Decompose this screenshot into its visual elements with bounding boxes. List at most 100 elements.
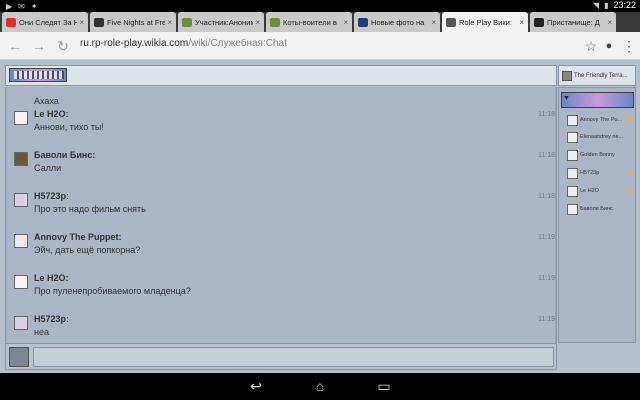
- status-bar: ▶ ✉ ✦ ◥ ▮ 23:22: [0, 0, 640, 12]
- nav-recents-icon[interactable]: ▭: [374, 378, 394, 394]
- chat-moderator-star-icon: ★: [625, 167, 634, 177]
- user-list-item[interactable]: Баволи Бинс: [567, 203, 635, 217]
- message-text: неа: [34, 327, 49, 337]
- tab-favicon-icon: [6, 17, 16, 27]
- message-time: 11:18: [538, 193, 555, 200]
- user-list-header[interactable]: ▼: [561, 92, 634, 108]
- nav-home-icon[interactable]: ⌂: [310, 378, 330, 394]
- tab-close-icon[interactable]: ×: [343, 18, 348, 27]
- bookmark-star-icon[interactable]: ☆: [582, 37, 600, 55]
- menu-icon[interactable]: ⋮: [620, 37, 638, 55]
- message-time: 11:19: [538, 316, 555, 323]
- chat-moderator-star-icon: ★: [625, 114, 634, 124]
- message-text: Про пуленепробиваемого младенца?: [34, 286, 191, 296]
- tab-favicon-icon: [534, 17, 544, 27]
- tab-title: Коты-воители в: [283, 17, 337, 27]
- user-avatar[interactable]: [14, 152, 28, 166]
- url-path: /wiki/Служебная:Chat: [188, 38, 287, 49]
- android-screen: ▶ ✉ ✦ ◥ ▮ 23:22 Они Следят За Н × Five Nig…: [0, 0, 640, 400]
- tab-close-icon[interactable]: ×: [167, 18, 172, 27]
- tab-favicon-icon: [358, 17, 368, 27]
- user-list-item[interactable]: Elenaandrey ne...: [567, 131, 635, 145]
- browser-tab[interactable]: Они Следят За Н ×: [2, 12, 88, 32]
- tab-favicon-icon: [270, 17, 280, 27]
- tab-close-icon[interactable]: ×: [255, 18, 260, 27]
- tab-favicon-icon: [182, 17, 192, 27]
- wiki-logo[interactable]: [9, 68, 67, 82]
- browser-tab[interactable]: Пристанище: Д ×: [530, 12, 616, 32]
- nav-back-icon[interactable]: ↩: [246, 378, 266, 394]
- user-list: ▼ Annovy The Pu... ★ Elenaandrey ne... Gold…: [558, 87, 636, 343]
- tab-close-icon[interactable]: ×: [607, 18, 612, 27]
- tab-title: Они Следят За Н: [19, 17, 78, 27]
- browser-tab[interactable]: Коты-воители в ×: [266, 12, 352, 32]
- chat-scrollbar[interactable]: [555, 87, 556, 343]
- android-nav-bar: ↩ ⌂ ▭: [0, 373, 640, 400]
- tab-title: Пристанище: Д: [547, 17, 600, 27]
- message-time: 11:18: [538, 111, 555, 118]
- user-avatar[interactable]: [14, 193, 28, 207]
- message-username[interactable]: H5723p:: [34, 191, 69, 201]
- room-name: The Friendly Terra...: [574, 72, 628, 79]
- user-name: H5723p: [580, 170, 600, 176]
- microphone-icon[interactable]: ●: [600, 37, 618, 55]
- message-text: Салли: [34, 163, 62, 173]
- message-username[interactable]: H5723p:: [34, 314, 69, 324]
- url-host: ru.rp-role-play.wikia.com: [80, 38, 189, 49]
- user-list-item[interactable]: Annovy The Pu... ★: [567, 114, 635, 128]
- user-name: Le H2O: [580, 188, 599, 194]
- message-time: 11:19: [538, 275, 555, 282]
- message-text: Аннови, тихо ты!: [34, 122, 104, 132]
- mail-notification-icon: ✉: [18, 2, 25, 11]
- chat-page: The Friendly Terra... Ахаха Le H2O: Аннов…: [0, 60, 640, 373]
- back-icon[interactable]: ←: [6, 37, 24, 55]
- user-avatar: [567, 186, 578, 197]
- tab-favicon-icon: [94, 17, 104, 27]
- browser-tab[interactable]: Новые фото на ×: [354, 12, 440, 32]
- message-username[interactable]: Annovy The Puppet:: [34, 232, 122, 242]
- browser-tab[interactable]: Участник:Аноним ×: [178, 12, 264, 32]
- user-avatar[interactable]: [14, 275, 28, 289]
- room-header[interactable]: The Friendly Terra...: [558, 65, 636, 86]
- wifi-icon: ◥: [592, 1, 600, 10]
- youtube-notification-icon: ▶: [6, 2, 13, 11]
- user-avatar: [567, 132, 578, 143]
- user-name: Golden Bonny: [580, 152, 615, 158]
- user-name: Annovy The Pu...: [580, 117, 623, 123]
- chat-input-bar: [5, 343, 557, 370]
- user-avatar[interactable]: [14, 316, 28, 330]
- tab-close-icon[interactable]: ×: [79, 18, 84, 27]
- message-text: Эйч, дать ещё попкорна?: [34, 245, 141, 255]
- user-list-item[interactable]: Golden Bonny: [567, 149, 635, 163]
- message-username[interactable]: Le H2O:: [34, 109, 69, 119]
- tab-close-icon[interactable]: ×: [519, 18, 524, 27]
- user-list-item[interactable]: H5723p ★: [567, 167, 635, 181]
- tab-close-icon[interactable]: ×: [431, 18, 436, 27]
- user-name: Баволи Бинс: [580, 206, 613, 212]
- message-text: Ахаха: [34, 96, 59, 106]
- chat-log[interactable]: Ахаха Le H2O: Аннови, тихо ты! 11:18 Баволи…: [5, 87, 557, 343]
- browser-tab[interactable]: Five Nights at Fre ×: [90, 12, 176, 32]
- tab-title: Role Play Вики:: [459, 17, 512, 27]
- user-list-item[interactable]: Le H2O ★: [567, 185, 635, 199]
- wiki-header: [5, 65, 557, 86]
- url-field[interactable]: ru.rp-role-play.wikia.com/wiki/Служебная…: [80, 38, 287, 49]
- user-avatar[interactable]: [14, 234, 28, 248]
- message-time: 11:18: [538, 152, 555, 159]
- tab-favicon-icon: [446, 17, 456, 27]
- tab-title: Новые фото на: [371, 17, 425, 27]
- forward-icon[interactable]: →: [30, 37, 48, 55]
- notification-icon: ✦: [30, 2, 38, 11]
- user-avatar[interactable]: [14, 111, 28, 125]
- user-avatar: [567, 204, 578, 215]
- message-username[interactable]: Баволи Бинс:: [34, 150, 95, 160]
- tab-title: Five Nights at Fre: [107, 17, 166, 27]
- room-avatar: [562, 70, 572, 81]
- chat-message-input[interactable]: [33, 347, 554, 367]
- message-username[interactable]: Le H2O:: [34, 273, 69, 283]
- user-name: Elenaandrey ne...: [580, 134, 624, 140]
- reload-icon[interactable]: ↻: [54, 37, 72, 55]
- browser-toolbar: ← → ↻ ru.rp-role-play.wikia.com/wiki/Слу…: [0, 32, 640, 60]
- collapse-arrow-icon[interactable]: ▼: [563, 95, 570, 102]
- browser-tab[interactable]: Role Play Вики: ×: [442, 12, 528, 32]
